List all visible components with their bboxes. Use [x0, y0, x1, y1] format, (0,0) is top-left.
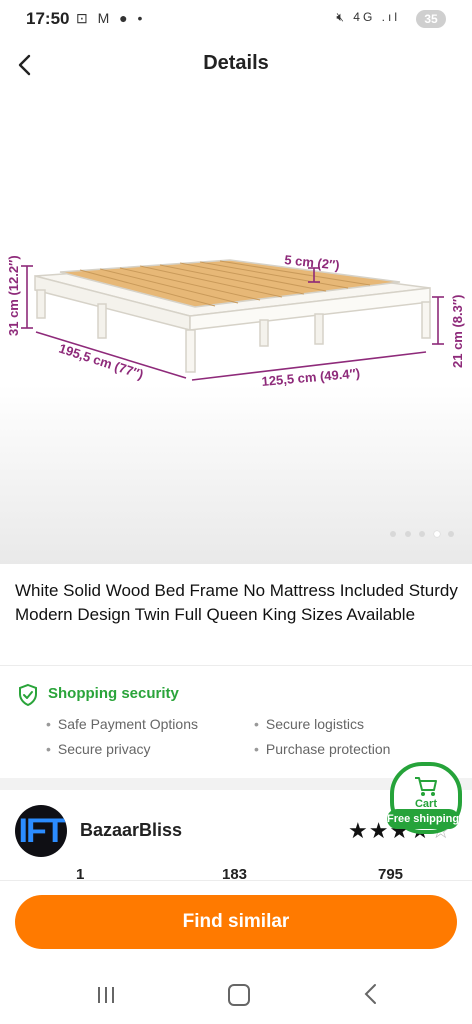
carousel-dot [419, 531, 426, 537]
page-title: Details [203, 52, 269, 74]
dim-height-right: 21 cm (8.3″) [450, 295, 465, 368]
carousel-dot [390, 531, 397, 537]
security-heading: Shopping security [48, 685, 179, 702]
mute-icon: 🔇︎ [336, 10, 347, 24]
seller-name[interactable]: BazaarBliss [80, 820, 182, 841]
find-similar-button[interactable]: Find similar [15, 895, 457, 949]
dim-height-left: 31 cm (12.2″) [6, 255, 21, 336]
divider [0, 665, 472, 666]
carousel-dot [404, 531, 411, 537]
shield-check-icon [19, 683, 37, 707]
security-item: Secure privacy [46, 741, 151, 757]
status-bar: 17:50 ⊡ M ● • 🔇︎ 4G .ıl 35 [0, 0, 472, 38]
product-title: White Solid Wood Bed Frame No Mattress I… [15, 581, 458, 624]
free-shipping-badge: Free shipping [387, 809, 459, 829]
carousel-dot-active [433, 531, 440, 537]
security-item: Purchase protection [254, 741, 391, 757]
recents-button[interactable] [96, 986, 116, 1004]
signal-icons: 🔇︎ 4G .ıl [336, 10, 400, 25]
bed-frame-image: 31 cm (12.2″) 5 cm (2″) 195,5 cm (77″) 1… [6, 252, 465, 389]
app-header: Details [0, 38, 472, 93]
system-nav-bar [0, 966, 472, 1024]
seller-stat: 1 [76, 866, 85, 880]
seller-avatar[interactable]: IFT [15, 805, 67, 857]
carousel-indicator [386, 524, 454, 542]
seller-stat: 183 [222, 866, 248, 880]
seller-stat: 795 [378, 866, 404, 880]
security-item: Secure logistics [254, 716, 364, 732]
signal-icon: .ıl [381, 10, 400, 24]
security-item: Safe Payment Options [46, 716, 198, 732]
system-back-button[interactable] [362, 982, 378, 1006]
battery-indicator: 35 [416, 10, 446, 28]
back-arrow-icon [364, 984, 376, 1004]
recents-icon [98, 987, 114, 1003]
notification-icons: ⊡ M ● • [76, 10, 146, 26]
dim-width: 125,5 cm (49.4″) [261, 365, 361, 389]
network-label: 4G [353, 10, 376, 24]
carousel-dot [448, 531, 454, 537]
seller-stats: 1 183 795 [0, 866, 472, 880]
status-time: 17:50 [26, 9, 70, 28]
home-button[interactable] [228, 984, 250, 1006]
product-image-carousel[interactable]: 31 cm (12.2″) 5 cm (2″) 195,5 cm (77″) 1… [0, 92, 472, 564]
cart-icon [415, 777, 437, 796]
